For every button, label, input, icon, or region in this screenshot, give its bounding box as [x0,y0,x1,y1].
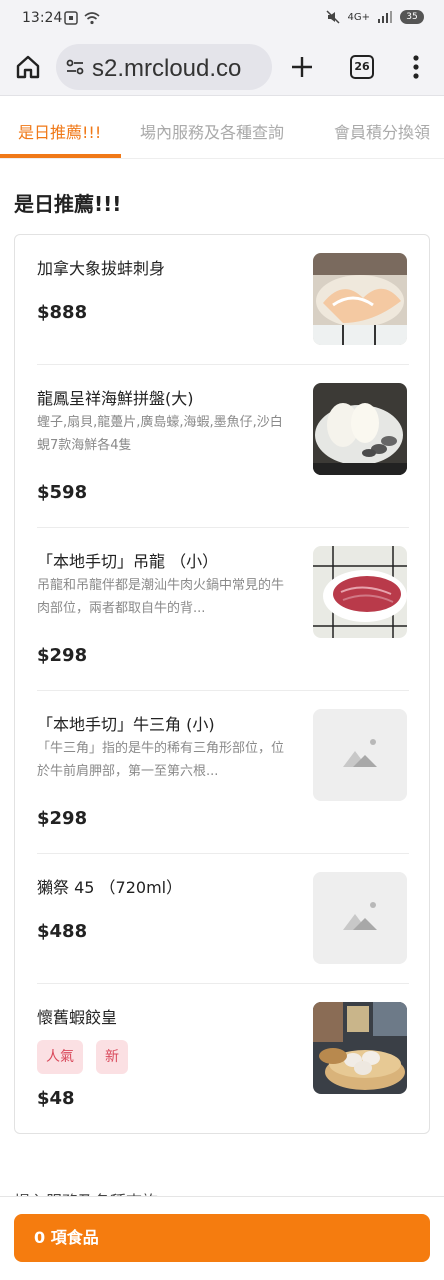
bottom-bar: 0 項食品 [0,1196,444,1280]
menu-item[interactable]: 龍鳳呈祥海鮮拼盤(大) 蟶子,扇貝,龍躉片,廣島蠔,海蝦,墨魚仔,沙白蜆7款海鮮… [37,365,409,528]
item-price: $298 [37,645,88,666]
item-description: 蟶子,扇貝,龍躉片,廣島蠔,海蝦,墨魚仔,沙白蜆7款海鮮各4隻 [37,415,283,453]
tag-new: 新 [96,1040,128,1074]
menu-item[interactable]: 加拿大象拔蚌刺身 $888 [37,235,409,365]
geoduck-sashimi-photo[interactable] [313,253,407,345]
seafood-platter-photo[interactable] [313,383,407,475]
active-tab-indicator [0,154,121,158]
home-icon[interactable] [14,53,42,81]
signal-icon [378,11,392,23]
item-name: 「本地手切」吊龍 （小） [37,552,219,571]
tag-popular: 人氣 [37,1040,83,1074]
section-title: 是日推薦!!! [14,192,122,216]
more-menu-icon[interactable] [406,53,426,81]
status-time: 13:24 [22,10,63,26]
battery-icon: 35 [400,10,424,24]
item-name: 獺祭 45 （720ml） [37,878,183,897]
status-bar: 13:24 4G+ 35 [0,0,444,38]
status-left-icons [64,11,100,25]
browser-toolbar: s2.mrcloud.co 26 [0,38,444,96]
item-name: 「本地手切」牛三角 (小) [37,715,215,734]
tab-switcher-button[interactable]: 26 [350,55,374,79]
item-price: $888 [37,302,88,323]
category-tabs: 是日推薦!!! 場內服務及各種查詢 會員積分換領 [0,97,444,159]
shrimp-dumpling-photo[interactable] [313,1002,407,1094]
item-name: 龍鳳呈祥海鮮拼盤(大) [37,389,194,408]
menu-item[interactable]: 「本地手切」牛三角 (小) 「牛三角」指的是牛的稀有三角形部位，位於牛前肩胛部，… [37,691,409,854]
item-description: 吊龍和吊龍伴都是潮汕牛肉火鍋中常見的牛肉部位，兩者都取自牛的背... [37,578,285,616]
tab-member-points[interactable]: 會員積分換領 [334,119,430,143]
image-placeholder[interactable] [313,872,407,964]
item-description: 「牛三角」指的是牛的稀有三角形部位，位於牛前肩胛部，第一至第六根... [37,741,285,779]
address-bar[interactable]: s2.mrcloud.co [56,44,272,90]
item-name: 懷舊蝦餃皇 [37,1008,118,1027]
scan-icon [64,11,78,25]
cart-button[interactable]: 0 項食品 [14,1214,430,1262]
tab-services-enquiry[interactable]: 場內服務及各種查詢 [140,119,284,143]
status-right-icons: 4G+ 35 [325,10,424,24]
menu-item[interactable]: 獺祭 45 （720ml） $488 [37,854,409,984]
mute-icon [325,10,340,24]
item-name: 加拿大象拔蚌刺身 [37,259,166,278]
url-text: s2.mrcloud.co [92,55,242,82]
menu-item[interactable]: 懷舊蝦餃皇 人氣 新 $48 [37,984,409,1134]
item-price: $488 [37,921,88,942]
image-placeholder-icon [343,739,377,767]
menu-list: 加拿大象拔蚌刺身 $888 龍鳳呈祥海鮮拼盤(大) 蟶子,扇貝,龍躉片,廣島蠔,… [14,234,430,1134]
wifi-icon [84,12,100,25]
item-price: $598 [37,482,88,503]
site-settings-icon[interactable] [64,56,86,78]
beef-slices-photo[interactable] [313,546,407,638]
item-price: $48 [37,1088,75,1109]
image-placeholder[interactable] [313,709,407,801]
new-tab-icon[interactable] [288,53,316,81]
network-type: 4G+ [347,11,371,23]
tab-daily-recommend[interactable]: 是日推薦!!! [18,119,101,143]
image-placeholder-icon [343,902,377,930]
item-price: $298 [37,808,88,829]
menu-item[interactable]: 「本地手切」吊龍 （小） 吊龍和吊龍伴都是潮汕牛肉火鍋中常見的牛肉部位，兩者都取… [37,528,409,691]
